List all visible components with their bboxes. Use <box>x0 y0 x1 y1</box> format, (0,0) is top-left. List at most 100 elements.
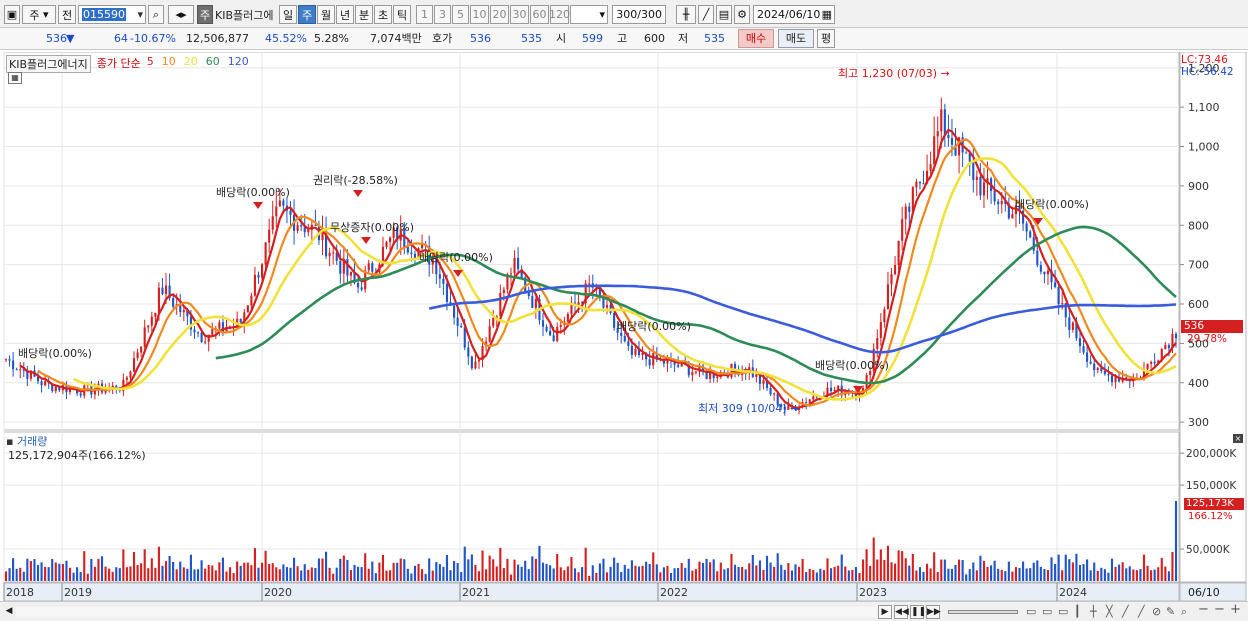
volume-bar <box>1082 564 1085 581</box>
candle-body <box>549 330 552 336</box>
volume-bar <box>602 558 605 581</box>
volume-tick-label: 150,000K <box>1186 480 1237 492</box>
stock-code-input[interactable]: 015590 ▾ <box>78 5 146 24</box>
speaker-icon[interactable]: ◂▸ <box>168 5 194 24</box>
table-icon[interactable]: ▦ <box>8 72 22 84</box>
save-icon[interactable]: ▤ <box>716 5 732 24</box>
interval-button[interactable]: 5 <box>452 5 469 24</box>
timeframe-button[interactable]: 분 <box>355 5 373 24</box>
legend-stock-name[interactable]: KIB플러그에너지 <box>6 55 91 73</box>
volume-bar <box>979 555 982 581</box>
speed-slider[interactable] <box>948 610 1018 614</box>
minus-icon[interactable]: − <box>1214 602 1225 617</box>
play-icon[interactable]: ▶ <box>878 605 892 619</box>
timeframe-button[interactable]: 일 <box>279 5 297 24</box>
timeframe-button[interactable]: 년 <box>336 5 354 24</box>
legend-ma-item[interactable]: 5 <box>147 55 154 73</box>
volume-bar <box>573 568 577 581</box>
window-icon[interactable]: ▭ <box>1058 605 1068 618</box>
interval-button[interactable]: 30 <box>510 5 529 24</box>
volume-bar <box>694 569 697 581</box>
close-panel-icon[interactable]: × <box>1233 434 1243 443</box>
horizontal-scrollbar[interactable] <box>16 607 876 617</box>
legend-ma-item[interactable]: 10 <box>162 55 176 73</box>
volume-bar <box>769 562 772 581</box>
count-input[interactable]: 300/300 <box>612 5 666 24</box>
interval-button[interactable]: 20 <box>490 5 509 24</box>
chart-menu-icon[interactable]: ▣ <box>4 5 20 24</box>
pen-icon[interactable]: ✎ <box>1166 605 1175 618</box>
volume-bar <box>943 559 946 581</box>
cursor-icon[interactable]: ╳ <box>1106 605 1113 618</box>
interval-button[interactable]: 60 <box>530 5 549 24</box>
min-price-annotation: 최저 309 (10/04) → <box>698 402 800 415</box>
chart-area[interactable]: 1,200 1,100 1,000 900 800 700 600 500 400 300 200… <box>0 52 1248 602</box>
event-label: 권리락(-28.58%) <box>313 174 398 187</box>
interval-custom-select[interactable]: ▾ <box>570 5 608 24</box>
volume-bar <box>12 558 15 581</box>
timeframe-button[interactable]: 주 <box>298 5 316 24</box>
interval-button[interactable]: 120 <box>549 5 570 24</box>
zoom-icon[interactable]: ⌕ <box>1181 605 1187 619</box>
zoom-out-icon[interactable]: − <box>1198 602 1209 617</box>
draw-line-icon[interactable]: ╱ <box>698 5 714 24</box>
zoom-in-icon[interactable]: + <box>1230 602 1241 617</box>
trendline-icon[interactable]: ╱ <box>1122 605 1129 618</box>
bars-icon[interactable]: ┃ <box>1074 605 1081 618</box>
timeframe-button[interactable]: 틱 <box>393 5 411 24</box>
interval-button[interactable]: 1 <box>416 5 433 24</box>
interval-button[interactable]: 3 <box>434 5 451 24</box>
volume-bar <box>421 569 424 581</box>
candle-type-icon[interactable]: ╫ <box>676 5 696 24</box>
volume-bar <box>922 571 925 581</box>
open-price: 599 <box>582 32 603 45</box>
volume-bar <box>972 562 975 581</box>
candle-body <box>812 396 815 400</box>
timeframe-button[interactable]: 월 <box>317 5 335 24</box>
legend-ma-item[interactable]: 120 <box>228 55 249 73</box>
volume-bar <box>214 570 217 581</box>
sell-button[interactable]: 매도 <box>778 29 814 48</box>
chevron-down-icon[interactable]: ▾ <box>599 8 607 21</box>
search-icon[interactable]: ⌕ <box>148 5 164 24</box>
buy-button[interactable]: 매수 <box>738 29 774 48</box>
volume-bar <box>844 566 847 581</box>
pause-icon[interactable]: ❚❚ <box>910 605 926 619</box>
forward-icon[interactable]: ▶▶ <box>926 605 941 619</box>
calendar-icon[interactable]: ▦ <box>822 8 834 21</box>
candle-body <box>502 289 505 293</box>
chevron-down-icon[interactable]: ▾ <box>136 8 145 21</box>
price-tick-label: 700 <box>1188 259 1209 272</box>
candle-body <box>474 361 477 369</box>
stock-type-icon[interactable]: 주 <box>197 5 213 24</box>
timeframe-button[interactable]: 초 <box>374 5 392 24</box>
volume-bar <box>641 565 644 581</box>
lock-icon[interactable]: ⊘ <box>1152 605 1161 618</box>
scroll-left-icon[interactable]: ◀ <box>2 605 16 619</box>
rewind-icon[interactable]: ◀◀ <box>894 605 909 619</box>
candle-body <box>467 347 470 357</box>
volume-bar <box>36 565 40 581</box>
interval-button[interactable]: 10 <box>470 5 489 24</box>
crosshair-icon[interactable]: ┼ <box>1090 605 1097 618</box>
candle-body <box>445 283 449 302</box>
gear-icon[interactable]: ⚙ <box>734 5 750 24</box>
low-price: 535 <box>704 32 725 45</box>
layout-icon[interactable]: ▭ <box>1026 605 1036 618</box>
volume-bar <box>1103 569 1106 581</box>
volume-bar <box>1025 568 1028 581</box>
volume-bar <box>1022 561 1025 581</box>
compare-button[interactable]: 전 <box>58 5 76 24</box>
period-type-select[interactable]: 주 ▾ <box>22 5 56 24</box>
volume-bar <box>307 569 310 581</box>
volume-bar <box>833 566 836 581</box>
legend-ma-item[interactable]: 60 <box>206 55 220 73</box>
split-icon[interactable]: ▭ <box>1042 605 1052 618</box>
legend-ma-item[interactable]: 20 <box>184 55 198 73</box>
candle-body <box>8 359 11 361</box>
date-input[interactable]: 2024/06/10 ▦ <box>753 5 835 24</box>
evaluate-button[interactable]: 평 <box>817 29 835 48</box>
candle-body <box>196 332 200 334</box>
fan-icon[interactable]: ╱ <box>1138 605 1145 618</box>
volume-bar <box>883 559 886 581</box>
